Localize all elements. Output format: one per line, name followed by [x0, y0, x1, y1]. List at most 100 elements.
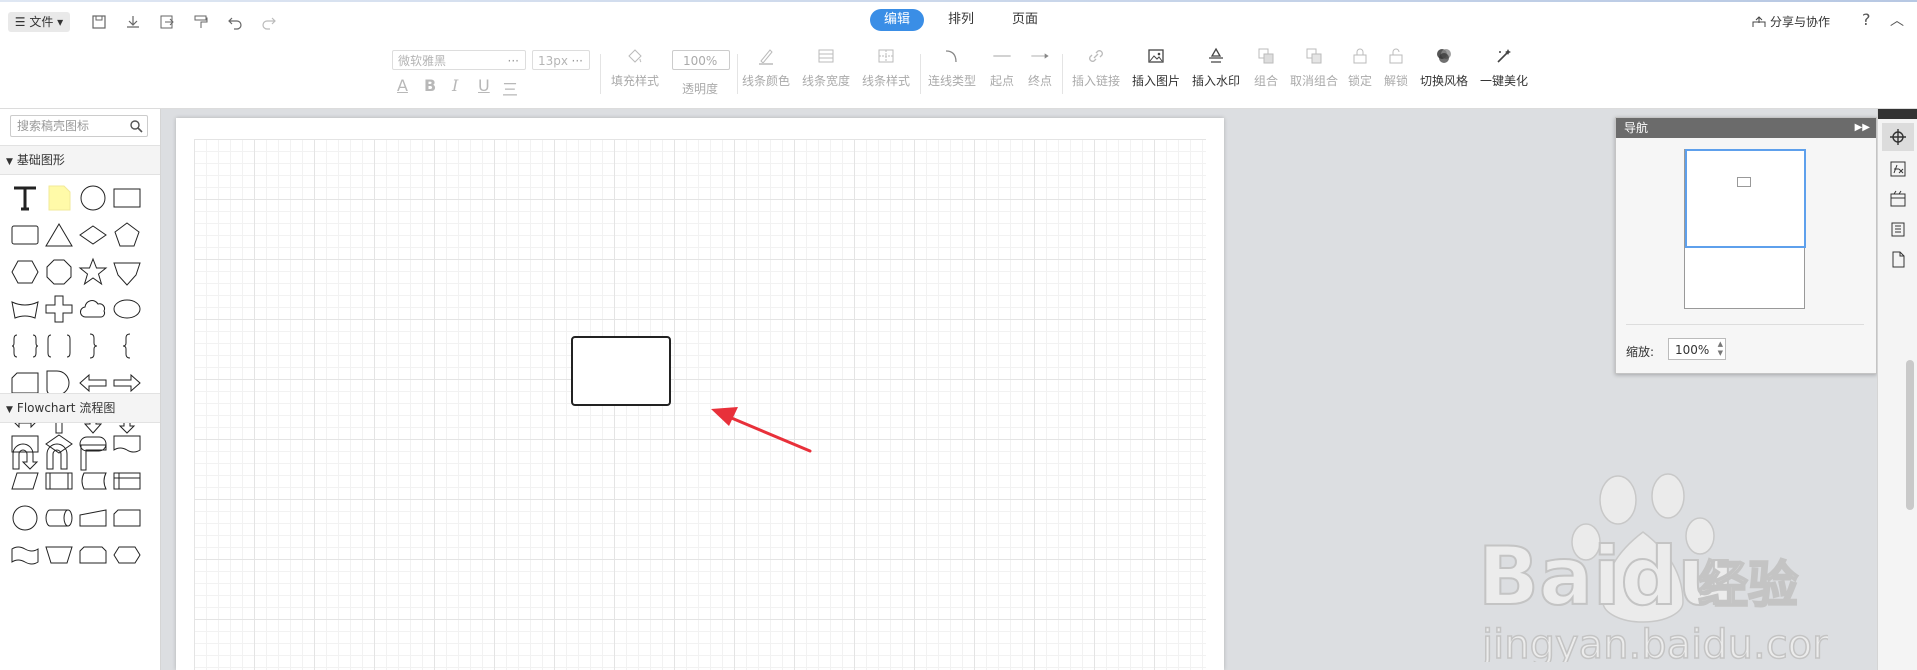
flow-data[interactable] — [8, 462, 42, 499]
flow-terminator[interactable] — [76, 425, 110, 462]
file-menu-button[interactable]: ☰ 文件 ▾ — [8, 12, 70, 32]
insert-image-button[interactable]: 插入图片 — [1126, 44, 1186, 89]
line-end-label: 终点 — [1027, 74, 1052, 88]
tab-edit[interactable]: 编辑 — [870, 9, 925, 31]
redo-icon[interactable] — [258, 12, 280, 32]
group-icon — [1253, 44, 1279, 68]
font-color-button[interactable]: A — [397, 76, 408, 95]
shape-cross[interactable] — [42, 290, 76, 327]
vertical-scrollbar[interactable] — [1906, 360, 1914, 510]
fill-style-button[interactable]: 填充样式 — [605, 44, 665, 89]
shape-search-input[interactable]: 搜索稿壳图标 — [10, 115, 148, 137]
help-icon[interactable]: ? — [1862, 10, 1871, 29]
page-setup-tool[interactable] — [1888, 249, 1908, 269]
flow-manual-operation[interactable] — [42, 536, 76, 573]
line-width-button[interactable]: 线条宽度 — [796, 44, 856, 89]
download-icon[interactable] — [122, 12, 144, 32]
flow-punched-tape[interactable] — [8, 536, 42, 573]
collapse-triangle-icon: ▼ — [6, 405, 13, 415]
flow-stored-data[interactable] — [76, 462, 110, 499]
flow-loop-limit[interactable] — [76, 536, 110, 573]
shape-octagon[interactable] — [42, 253, 76, 290]
section-basic-shapes[interactable]: ▼ 基础图形 — [0, 145, 160, 175]
save-icon[interactable] — [88, 12, 110, 32]
shape-text[interactable] — [8, 179, 42, 216]
navigator-preview[interactable] — [1684, 149, 1806, 309]
shape-ellipse[interactable] — [110, 290, 144, 327]
tab-page[interactable]: 页面 — [998, 9, 1052, 31]
flow-preparation[interactable] — [110, 536, 144, 573]
flow-decision[interactable] — [42, 425, 76, 462]
flow-connector[interactable] — [8, 499, 42, 536]
format-painter-icon[interactable] — [190, 12, 212, 32]
share-button[interactable]: 分享与协作 — [1752, 13, 1830, 30]
top-toolbar: ☰ 文件 ▾ 编辑 排列 页面 分享与协作 ? ︿ 微软雅黑 ··· 13px ··… — [0, 0, 1917, 109]
navigator-viewport[interactable] — [1685, 149, 1806, 248]
watermark-icon — [1203, 44, 1229, 68]
shape-triangle[interactable] — [42, 216, 76, 253]
shape-banner[interactable] — [8, 290, 42, 327]
shape-brackets[interactable] — [42, 327, 76, 364]
line-color-button[interactable]: 线条颜色 — [736, 44, 796, 89]
font-size-select[interactable]: 13px ··· — [532, 50, 590, 70]
line-color-label: 线条颜色 — [741, 74, 790, 88]
shape-right-brace[interactable] — [76, 327, 110, 364]
canvas-rectangle-shape[interactable] — [571, 336, 671, 406]
export-icon[interactable] — [156, 12, 178, 32]
shape-note[interactable] — [42, 179, 76, 216]
shape-hexagon[interactable] — [8, 253, 42, 290]
italic-button[interactable]: I — [452, 76, 458, 95]
opacity-input[interactable]: 100% — [672, 50, 730, 70]
shape-inverted-pentagon[interactable] — [110, 253, 144, 290]
beautify-label: 一键美化 — [1479, 74, 1528, 88]
line-style-button[interactable]: 线条样式 — [856, 44, 916, 89]
flow-process[interactable] — [8, 425, 42, 462]
switch-style-button[interactable]: 切换风格 — [1414, 44, 1474, 89]
flow-card[interactable] — [110, 499, 144, 536]
insert-link-button[interactable]: 插入链接 — [1066, 44, 1126, 89]
style-icon — [1431, 44, 1457, 68]
shape-rectangle[interactable] — [110, 179, 144, 216]
formula-tool[interactable] — [1888, 159, 1908, 179]
flow-predefined-process[interactable] — [42, 462, 76, 499]
unlock-icon — [1383, 44, 1409, 68]
navigator-tool[interactable] — [1882, 123, 1914, 151]
line-width-icon — [813, 44, 839, 68]
expand-panel-icon[interactable]: ▶▶ — [1855, 118, 1870, 138]
flow-manual-input[interactable] — [76, 499, 110, 536]
shape-circle[interactable] — [76, 179, 110, 216]
flow-direct-data[interactable] — [42, 499, 76, 536]
font-family-value: 微软雅黑 — [398, 54, 447, 68]
align-button[interactable]: 三 — [502, 76, 518, 100]
line-end-button[interactable]: 终点 — [1010, 44, 1070, 89]
undo-icon[interactable] — [224, 12, 246, 32]
zoom-input[interactable]: 100% ▲ ▼ — [1668, 338, 1726, 360]
formula-icon — [1890, 161, 1906, 177]
font-family-select[interactable]: 微软雅黑 ··· — [392, 50, 526, 70]
shape-pentagon[interactable] — [110, 216, 144, 253]
underline-button[interactable]: U — [478, 76, 490, 95]
collapse-toolbar-icon[interactable]: ︿ — [1890, 10, 1904, 30]
navigator-divider — [1626, 324, 1864, 325]
flow-document[interactable] — [110, 425, 144, 462]
shape-star[interactable] — [76, 253, 110, 290]
shape-left-brace[interactable] — [110, 327, 144, 364]
tab-arrange[interactable]: 排列 — [934, 9, 988, 31]
pages-tool[interactable] — [1888, 219, 1908, 239]
connector-type-label: 连线类型 — [927, 74, 976, 88]
shape-cloud[interactable] — [76, 290, 110, 327]
flow-internal-storage[interactable] — [110, 462, 144, 499]
shape-diamond[interactable] — [76, 216, 110, 253]
section-title: 基础图形 — [16, 153, 65, 167]
line-style-icon — [873, 44, 899, 68]
flowchart-shapes-grid — [8, 425, 144, 573]
film-tool[interactable] — [1888, 189, 1908, 209]
shape-braces[interactable] — [8, 327, 42, 364]
search-icon[interactable] — [129, 119, 143, 133]
beautify-button[interactable]: 一键美化 — [1474, 44, 1534, 89]
section-flowchart[interactable]: ▼ Flowchart 流程图 — [0, 393, 160, 423]
zoom-value: 100% — [1675, 343, 1710, 357]
bold-button[interactable]: B — [424, 76, 436, 95]
shape-rounded-rectangle[interactable] — [8, 216, 42, 253]
zoom-stepper-icon[interactable]: ▲ ▼ — [1718, 340, 1723, 358]
